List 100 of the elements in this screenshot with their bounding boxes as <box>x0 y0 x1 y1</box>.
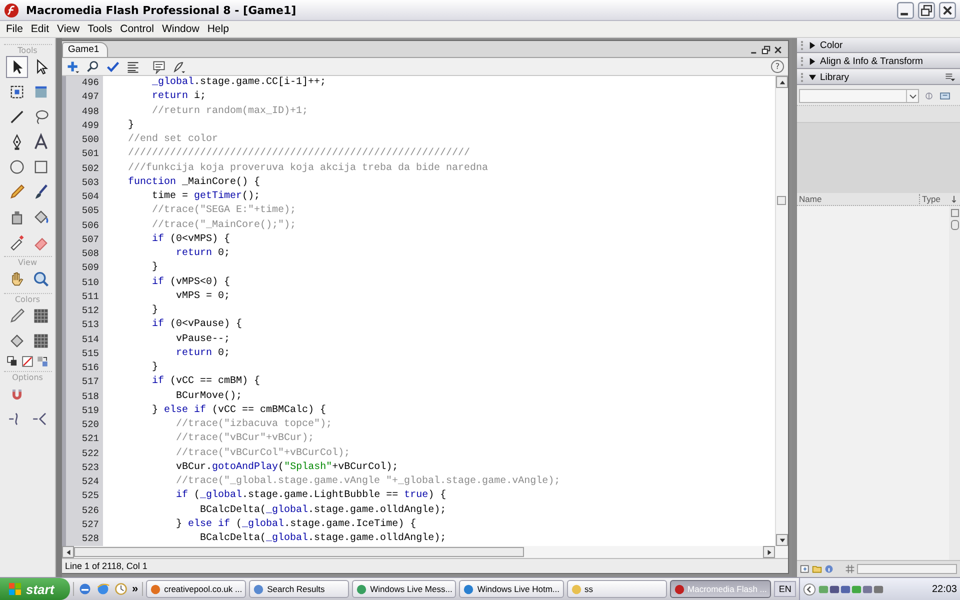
no-color-icon[interactable] <box>21 355 34 368</box>
add-icon[interactable] <box>66 60 80 74</box>
find-icon[interactable] <box>86 60 100 74</box>
chevron-icon[interactable] <box>803 582 816 596</box>
line-number: 503 <box>80 176 100 190</box>
panel-header[interactable]: Library <box>797 70 960 85</box>
code-line: if (_global.stage.game.LightBubble == true) { <box>175 489 448 504</box>
code-line: _global.stage.game.CC[i-1]++; <box>151 76 328 90</box>
code-line: if (vMPS<0) { <box>151 276 232 290</box>
caret-icon <box>64 548 72 556</box>
collapse-icon[interactable] <box>950 220 958 230</box>
scroll-left-button[interactable] <box>62 546 74 558</box>
code-line: return 0; <box>175 247 232 261</box>
line-number: 510 <box>80 276 100 290</box>
scroll-down-button[interactable] <box>776 534 788 546</box>
app-logo-icon <box>4 2 19 18</box>
close-button[interactable] <box>939 2 956 18</box>
column-header[interactable]: Type <box>920 194 948 204</box>
app-icon <box>150 584 162 594</box>
scrollbar-track[interactable] <box>857 564 957 574</box>
panel-header[interactable]: Color <box>797 38 960 53</box>
code-line: time = getTimer(); <box>151 190 262 204</box>
new-library-icon[interactable] <box>939 90 951 102</box>
sort-icon[interactable] <box>950 194 958 204</box>
section-label: Colors <box>4 293 52 304</box>
document-tab[interactable]: Game1 <box>62 42 108 57</box>
app-icon <box>253 584 264 594</box>
app-icon <box>463 584 474 594</box>
line-number: 522 <box>80 446 100 460</box>
line-number: 498 <box>80 104 100 118</box>
code-hint-icon[interactable] <box>152 60 166 74</box>
line-number: 508 <box>80 247 100 261</box>
line-number: 517 <box>80 375 100 390</box>
auto-format-icon[interactable] <box>126 60 140 74</box>
code-line: if (0<vPause) { <box>151 318 244 332</box>
line-number: 512 <box>80 304 100 318</box>
taskbar-button[interactable]: Windows Live Hotm... <box>459 580 564 598</box>
tray-icon[interactable] <box>862 584 874 594</box>
windows-logo-icon <box>8 582 22 596</box>
code-line: //trace("_global.stage.game.vAngle "+_global.stage.game.vAngle); <box>175 475 562 489</box>
browser-icon[interactable] <box>78 582 92 596</box>
panel-menu-icon[interactable] <box>944 72 956 82</box>
restore-icon[interactable] <box>761 45 771 55</box>
check-icon[interactable] <box>106 60 120 74</box>
new-symbol-icon[interactable] <box>800 564 810 574</box>
swap-colors-icon[interactable] <box>36 355 49 368</box>
restore-button[interactable] <box>918 2 935 18</box>
code-line: //trace("_MainCore();"); <box>151 218 298 232</box>
code-line: //trace("SEGA E:"+time); <box>151 204 298 218</box>
scrollbar-thumb[interactable] <box>74 547 524 557</box>
help-button[interactable]: ? <box>771 60 784 73</box>
taskbar-button[interactable]: ss <box>566 580 667 598</box>
disclosure-triangle-icon[interactable] <box>809 58 816 64</box>
scroll-right-button[interactable] <box>763 546 775 558</box>
disclosure-triangle-icon[interactable] <box>809 74 816 80</box>
panel-header[interactable]: Align & Info & Transform <box>797 54 960 69</box>
column-header[interactable]: Name <box>797 194 920 204</box>
scroll-up-button[interactable] <box>776 76 788 88</box>
menu-item[interactable]: Edit <box>26 23 54 35</box>
line-number: 506 <box>80 218 100 232</box>
menu-item[interactable]: Help <box>203 23 233 35</box>
line-number: 514 <box>80 332 100 346</box>
folder-icon[interactable] <box>812 564 822 574</box>
taskbar-button[interactable]: creativepool.co.uk ... <box>146 580 246 598</box>
line-number: 521 <box>80 432 100 446</box>
code-line: } else if (_global.stage.game.IceTime) { <box>175 518 418 532</box>
expand-icon[interactable] <box>950 209 958 217</box>
code-line: } else if (vCC == cmBMCalc) { <box>151 404 328 418</box>
line-number: 525 <box>80 489 100 504</box>
menu-item[interactable]: File <box>2 23 27 35</box>
taskbar-button[interactable]: Windows Live Mess... <box>352 580 456 598</box>
menu-item[interactable]: View <box>53 23 84 35</box>
default-colors-icon[interactable] <box>6 355 19 368</box>
code-line: //trace("vBCur"+vBCur); <box>175 432 316 446</box>
language-indicator[interactable]: EN <box>774 581 796 597</box>
menu-item[interactable]: Window <box>158 23 204 35</box>
more-button[interactable]: » <box>132 583 138 595</box>
dropdown-arrow-icon <box>906 90 918 102</box>
tray-icon[interactable] <box>829 584 840 594</box>
close-icon[interactable] <box>773 45 783 55</box>
line-number: 496 <box>80 76 100 90</box>
disclosure-triangle-icon[interactable] <box>809 42 816 48</box>
tray-icon[interactable] <box>873 584 884 594</box>
menu-item[interactable]: Tools <box>84 23 116 35</box>
browser-icon[interactable] <box>96 582 110 596</box>
line-number: 519 <box>80 404 100 418</box>
code-line: if (vCC == cmBM) { <box>151 375 262 390</box>
minimize-button[interactable] <box>897 2 914 18</box>
tray-icon[interactable] <box>840 584 852 594</box>
code-line: //trace("vBCurCol"+vBCurCol); <box>175 446 352 460</box>
grid-icon[interactable] <box>845 564 855 574</box>
window-title: Macromedia Flash Professional 8 - [Game1] <box>26 4 296 16</box>
line-number: 516 <box>80 361 100 375</box>
pin-icon[interactable] <box>923 90 935 102</box>
caret-icon <box>778 78 786 86</box>
clock-icon[interactable] <box>114 582 128 596</box>
menu-item[interactable]: Control <box>116 23 158 35</box>
properties-icon[interactable] <box>824 564 834 574</box>
scrollbar-thumb[interactable] <box>777 196 786 205</box>
taskbar-button[interactable]: Search Results <box>249 580 350 598</box>
